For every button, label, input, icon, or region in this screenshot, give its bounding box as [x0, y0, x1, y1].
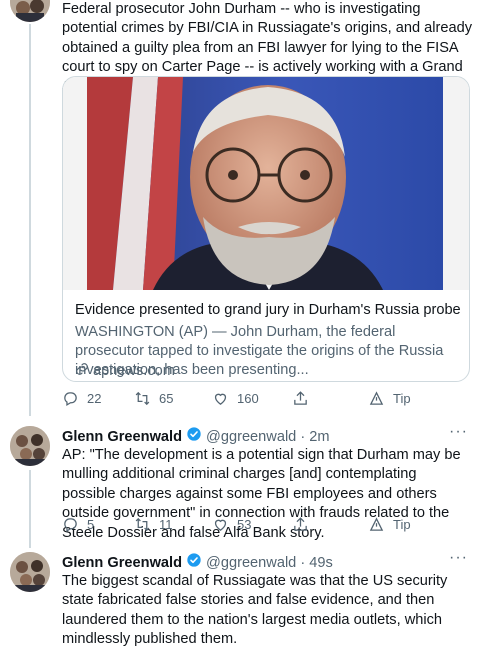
card-image — [63, 77, 469, 290]
reply-count: 22 — [87, 390, 102, 406]
verified-badge-icon — [186, 552, 202, 573]
tip-label: Tip — [393, 516, 411, 532]
like-icon — [214, 519, 227, 531]
tweet-text: The biggest scandal of Russiagate was th… — [62, 573, 448, 648]
link-card[interactable]: Evidence presented to grand jury in Durh… — [62, 76, 470, 382]
tip-icon — [369, 516, 384, 531]
retweet-button[interactable]: 65 — [134, 390, 173, 407]
reply-icon — [64, 391, 77, 406]
tweet-actions: 5 11 53 Tip — [62, 514, 452, 534]
avatar[interactable] — [10, 0, 50, 22]
link-icon — [75, 362, 89, 380]
share-icon — [294, 516, 307, 531]
share-icon — [294, 390, 307, 405]
more-icon[interactable]: ··· — [449, 423, 468, 441]
tip-button[interactable]: Tip — [368, 390, 411, 407]
retweet-icon — [135, 391, 150, 405]
like-count: 160 — [237, 390, 259, 406]
reply-button[interactable]: 5 — [62, 516, 94, 533]
reply-button[interactable]: 22 — [62, 390, 101, 407]
share-button[interactable] — [292, 516, 309, 533]
retweet-icon — [135, 517, 150, 531]
tip-button[interactable]: Tip — [368, 516, 411, 533]
display-name[interactable]: Glenn Greenwald — [62, 555, 182, 571]
tweet-header: Glenn Greenwald @ggreenwald · 49s — [62, 552, 333, 573]
tip-icon — [369, 390, 384, 405]
card-title: Evidence presented to grand jury in Durh… — [75, 302, 461, 318]
like-count: 53 — [237, 516, 252, 532]
share-button[interactable] — [292, 390, 309, 407]
tweet-actions: 22 65 160 Tip — [62, 388, 452, 408]
retweet-count: 65 — [159, 390, 174, 406]
card-domain-text: apnews.com — [93, 363, 175, 379]
display-name[interactable]: Glenn Greenwald — [62, 429, 182, 445]
verified-badge-icon — [186, 426, 202, 447]
reply-count: 5 — [87, 516, 95, 532]
handle-time[interactable]: @ggreenwald · 2m — [206, 429, 330, 445]
like-icon — [214, 393, 227, 405]
retweet-count: 11 — [159, 516, 173, 532]
reply-icon — [64, 517, 77, 532]
thread-line — [29, 470, 31, 548]
card-domain[interactable]: apnews.com — [75, 362, 175, 380]
tweet-header: Glenn Greenwald @ggreenwald · 2m — [62, 426, 330, 447]
handle-time[interactable]: @ggreenwald · 49s — [206, 555, 333, 571]
retweet-button[interactable]: 11 — [134, 516, 173, 533]
like-button[interactable]: 53 — [212, 516, 251, 533]
tip-label: Tip — [393, 390, 411, 406]
thread-line — [29, 24, 31, 416]
more-icon[interactable]: ··· — [449, 549, 468, 567]
avatar[interactable] — [10, 552, 50, 592]
avatar[interactable] — [10, 426, 50, 466]
like-button[interactable]: 160 — [212, 390, 259, 407]
